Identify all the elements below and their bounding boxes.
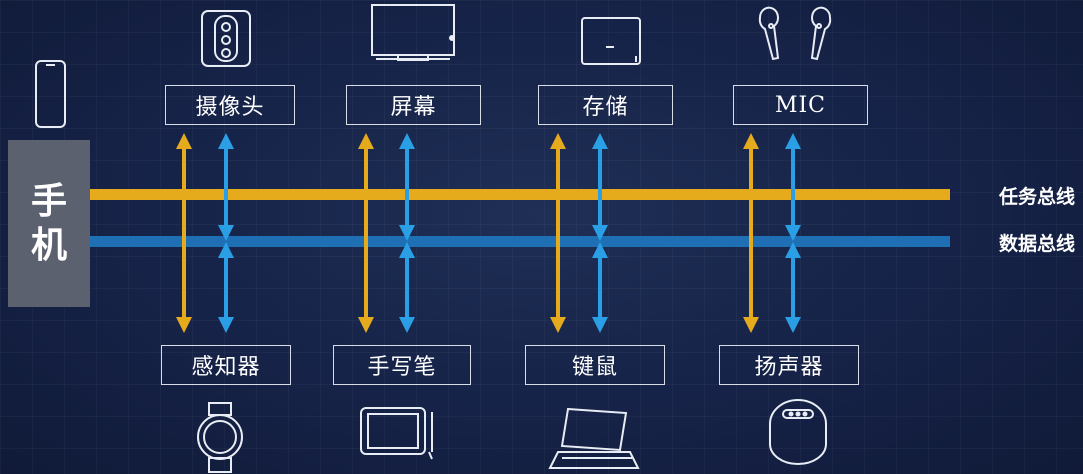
device-label-speaker: 扬声器 [719, 345, 859, 385]
task-bus-line [90, 189, 950, 200]
tablet-pen-icon [360, 407, 433, 460]
diagram-canvas [35, 4, 950, 473]
phone-label-char-2: 机 [30, 224, 67, 266]
laptop-keyboard-icon [548, 407, 640, 469]
phone-block: 手 机 [8, 140, 90, 307]
device-label-sensor: 感知器 [161, 345, 291, 385]
device-label-stylus: 手写笔 [333, 345, 471, 385]
device-label-keyboard-mouse: 键鼠 [525, 345, 665, 385]
camera-icon [201, 10, 251, 67]
data-bus-label: 数据总线 [998, 233, 1075, 255]
task-bus-label: 任务总线 [998, 186, 1075, 208]
watch-icon [197, 402, 243, 473]
device-label-storage: 存储 [538, 85, 673, 125]
phone-icon [35, 60, 66, 128]
data-bus-line [90, 236, 950, 247]
device-label-screen: 屏幕 [346, 85, 481, 125]
device-label-mic: MIC [733, 85, 868, 125]
device-label-camera: 摄像头 [165, 85, 295, 125]
storage-icon [581, 17, 641, 65]
earbuds-icon [758, 6, 832, 61]
phone-label-char-1: 手 [30, 180, 67, 222]
speaker-icon [769, 399, 827, 465]
monitor-icon [371, 4, 455, 61]
